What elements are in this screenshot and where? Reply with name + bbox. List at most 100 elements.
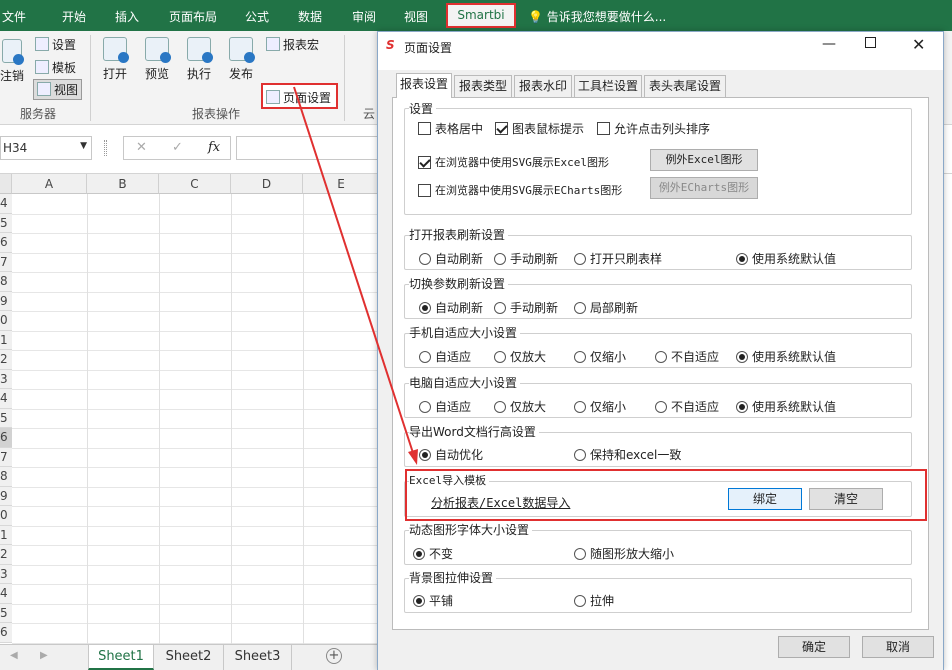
row-header[interactable]: 5 (0, 408, 12, 428)
tab-report-type[interactable]: 报表类型 (454, 75, 512, 97)
row-header[interactable]: 8 (0, 272, 12, 292)
prev-sheet-icon[interactable]: ◀ (10, 650, 18, 661)
pc-fit-enlarge-radio[interactable]: 仅放大 (494, 398, 546, 415)
open-refresh-style-only-radio[interactable]: 打开只刷表样 (574, 250, 662, 267)
tab-view[interactable]: 视图 (404, 8, 428, 25)
tab-file[interactable]: 文件 (2, 8, 26, 25)
sheet-tab-sheet1[interactable]: Sheet1 (88, 645, 154, 670)
page-setup-button[interactable]: 页面设置 (266, 89, 331, 106)
param-refresh-auto-radio[interactable]: 自动刷新 (419, 299, 483, 316)
tab-toolbar-settings[interactable]: 工具栏设置 (574, 75, 642, 97)
except-echarts-button[interactable]: 例外ECharts图形 (650, 177, 758, 199)
param-refresh-partial-radio[interactable]: 局部刷新 (574, 299, 638, 316)
pc-fit-shrink-radio[interactable]: 仅缩小 (574, 398, 626, 415)
tab-home[interactable]: 开始 (62, 8, 86, 25)
mobile-fit-enlarge-radio[interactable]: 仅放大 (494, 348, 546, 365)
row-header[interactable]: 6 (0, 233, 12, 253)
row-header[interactable]: 5 (0, 213, 12, 233)
row-header[interactable]: 5 (0, 603, 12, 623)
tab-header-footer-settings[interactable]: 表头表尾设置 (644, 75, 726, 97)
insert-function-button[interactable]: fx (208, 140, 220, 155)
open-refresh-manual-radio[interactable]: 手动刷新 (494, 250, 558, 267)
pc-fit-none-radio[interactable]: 不自适应 (655, 398, 719, 415)
open-button[interactable]: 打开 (100, 37, 130, 82)
row-header[interactable]: 2 (0, 545, 12, 565)
maximize-icon[interactable] (865, 37, 876, 48)
tab-report-settings[interactable]: 报表设置 (396, 73, 452, 98)
mobile-fit-shrink-radio[interactable]: 仅缩小 (574, 348, 626, 365)
minimize-icon[interactable]: — (822, 36, 836, 52)
column-header[interactable]: E (303, 174, 380, 194)
cancel-formula-icon[interactable]: ✕ (136, 140, 147, 155)
add-sheet-icon[interactable]: + (326, 648, 342, 664)
tab-page-layout[interactable]: 页面布局 (169, 8, 217, 25)
select-all-corner[interactable] (0, 174, 12, 194)
sheet-tab-sheet2[interactable]: Sheet2 (154, 645, 224, 670)
row-header[interactable]: 6 (0, 623, 12, 643)
tab-review[interactable]: 审阅 (352, 8, 376, 25)
ok-button[interactable]: 确定 (778, 636, 850, 658)
param-refresh-manual-radio[interactable]: 手动刷新 (494, 299, 558, 316)
row-header[interactable]: 4 (0, 194, 12, 214)
column-header[interactable]: A (12, 174, 87, 194)
formula-bar-grip[interactable] (104, 140, 107, 156)
header-sort-checkbox[interactable]: 允许点击列头排序 (597, 120, 710, 137)
row-header[interactable]: 2 (0, 350, 12, 370)
bg-stretch-radio[interactable]: 拉伸 (574, 592, 614, 609)
tab-formulas[interactable]: 公式 (245, 8, 269, 25)
chart-font-scale-radio[interactable]: 随图形放大缩小 (574, 545, 674, 562)
pc-fit-default-radio[interactable]: 使用系统默认值 (736, 398, 836, 415)
column-header[interactable]: C (159, 174, 231, 194)
row-header[interactable]: 0 (0, 506, 12, 526)
word-export-keep-radio[interactable]: 保持和excel一致 (574, 446, 681, 463)
row-header[interactable]: 7 (0, 447, 12, 467)
mobile-fit-auto-radio[interactable]: 自适应 (419, 348, 471, 365)
cancel-button[interactable]: 取消 (862, 636, 934, 658)
row-header[interactable]: 4 (0, 389, 12, 409)
view-button[interactable]: 视图 (33, 79, 83, 100)
row-header[interactable]: 3 (0, 564, 12, 584)
settings-button[interactable]: 设置 (35, 36, 76, 53)
column-header[interactable]: D (231, 174, 303, 194)
mobile-fit-none-radio[interactable]: 不自适应 (655, 348, 719, 365)
tell-me-box[interactable]: 💡 告诉我您想要做什么... (528, 8, 666, 25)
row-header[interactable]: 9 (0, 486, 12, 506)
row-header[interactable]: 4 (0, 584, 12, 604)
word-export-auto-radio[interactable]: 自动优化 (419, 446, 483, 463)
row-header[interactable]: 8 (0, 467, 12, 487)
next-sheet-icon[interactable]: ▶ (40, 650, 48, 661)
except-excel-button[interactable]: 例外Excel图形 (650, 149, 758, 171)
logout-button[interactable]: 注销 (0, 39, 24, 84)
pc-fit-auto-radio[interactable]: 自适应 (419, 398, 471, 415)
publish-button[interactable]: 发布 (226, 37, 256, 82)
row-header[interactable]: 3 (0, 369, 12, 389)
tab-report-watermark[interactable]: 报表水印 (514, 75, 572, 97)
svg-echarts-checkbox[interactable]: 在浏览器中使用SVG展示ECharts图形 (418, 182, 622, 198)
open-refresh-auto-radio[interactable]: 自动刷新 (419, 250, 483, 267)
chart-font-fixed-radio[interactable]: 不变 (413, 545, 453, 562)
mobile-fit-default-radio[interactable]: 使用系统默认值 (736, 348, 836, 365)
bg-tile-radio[interactable]: 平铺 (413, 592, 453, 609)
column-header[interactable]: B (87, 174, 159, 194)
table-center-checkbox[interactable]: 表格居中 (418, 120, 483, 137)
row-header[interactable]: 6 (0, 428, 12, 448)
tab-data[interactable]: 数据 (298, 8, 322, 25)
row-header[interactable]: 7 (0, 252, 12, 272)
sheet-tab-sheet3[interactable]: Sheet3 (224, 645, 292, 670)
execute-button[interactable]: 执行 (184, 37, 214, 82)
chart-tooltip-checkbox[interactable]: 图表鼠标提示 (495, 120, 584, 137)
tab-smartbi[interactable]: Smartbi (446, 3, 516, 28)
row-header[interactable]: 0 (0, 311, 12, 331)
template-button[interactable]: 模板 (35, 59, 76, 76)
confirm-formula-icon[interactable]: ✓ (172, 140, 183, 155)
close-icon[interactable]: ✕ (912, 35, 925, 54)
svg-excel-checkbox[interactable]: 在浏览器中使用SVG展示Excel图形 (418, 154, 609, 170)
row-header[interactable]: 1 (0, 525, 12, 545)
row-header[interactable]: 9 (0, 291, 12, 311)
report-macro-button[interactable]: 报表宏 (266, 36, 319, 53)
preview-button[interactable]: 预览 (142, 37, 172, 82)
tab-insert[interactable]: 插入 (115, 8, 139, 25)
open-refresh-default-radio[interactable]: 使用系统默认值 (736, 250, 836, 267)
name-box[interactable]: H34 ▼ (0, 136, 92, 160)
row-header[interactable]: 1 (0, 330, 12, 350)
